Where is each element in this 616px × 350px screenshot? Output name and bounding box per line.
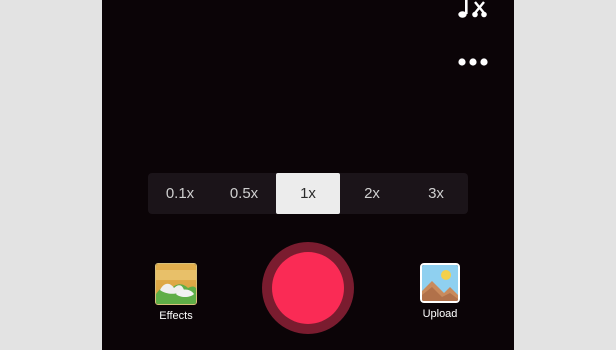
music-cut-icon[interactable]: [455, 0, 491, 20]
speed-option-2x[interactable]: 2x: [340, 173, 404, 214]
record-button[interactable]: [262, 242, 354, 334]
effects-button[interactable]: Effects: [152, 263, 200, 322]
camera-screen: 0.1x 0.5x 1x 2x 3x Effects Upload: [102, 0, 514, 350]
more-icon[interactable]: [457, 55, 489, 69]
image-icon: [420, 263, 460, 303]
upload-button[interactable]: Upload: [415, 263, 465, 320]
effects-thumbnail-icon: [155, 263, 197, 305]
speed-selector: 0.1x 0.5x 1x 2x 3x: [148, 173, 468, 214]
speed-option-3x[interactable]: 3x: [404, 173, 468, 214]
effects-label: Effects: [159, 310, 193, 322]
speed-option-0-5x[interactable]: 0.5x: [212, 173, 276, 214]
speed-option-0-1x[interactable]: 0.1x: [148, 173, 212, 214]
record-button-inner: [272, 252, 344, 324]
upload-label: Upload: [422, 308, 458, 320]
speed-option-1x[interactable]: 1x: [276, 173, 340, 214]
